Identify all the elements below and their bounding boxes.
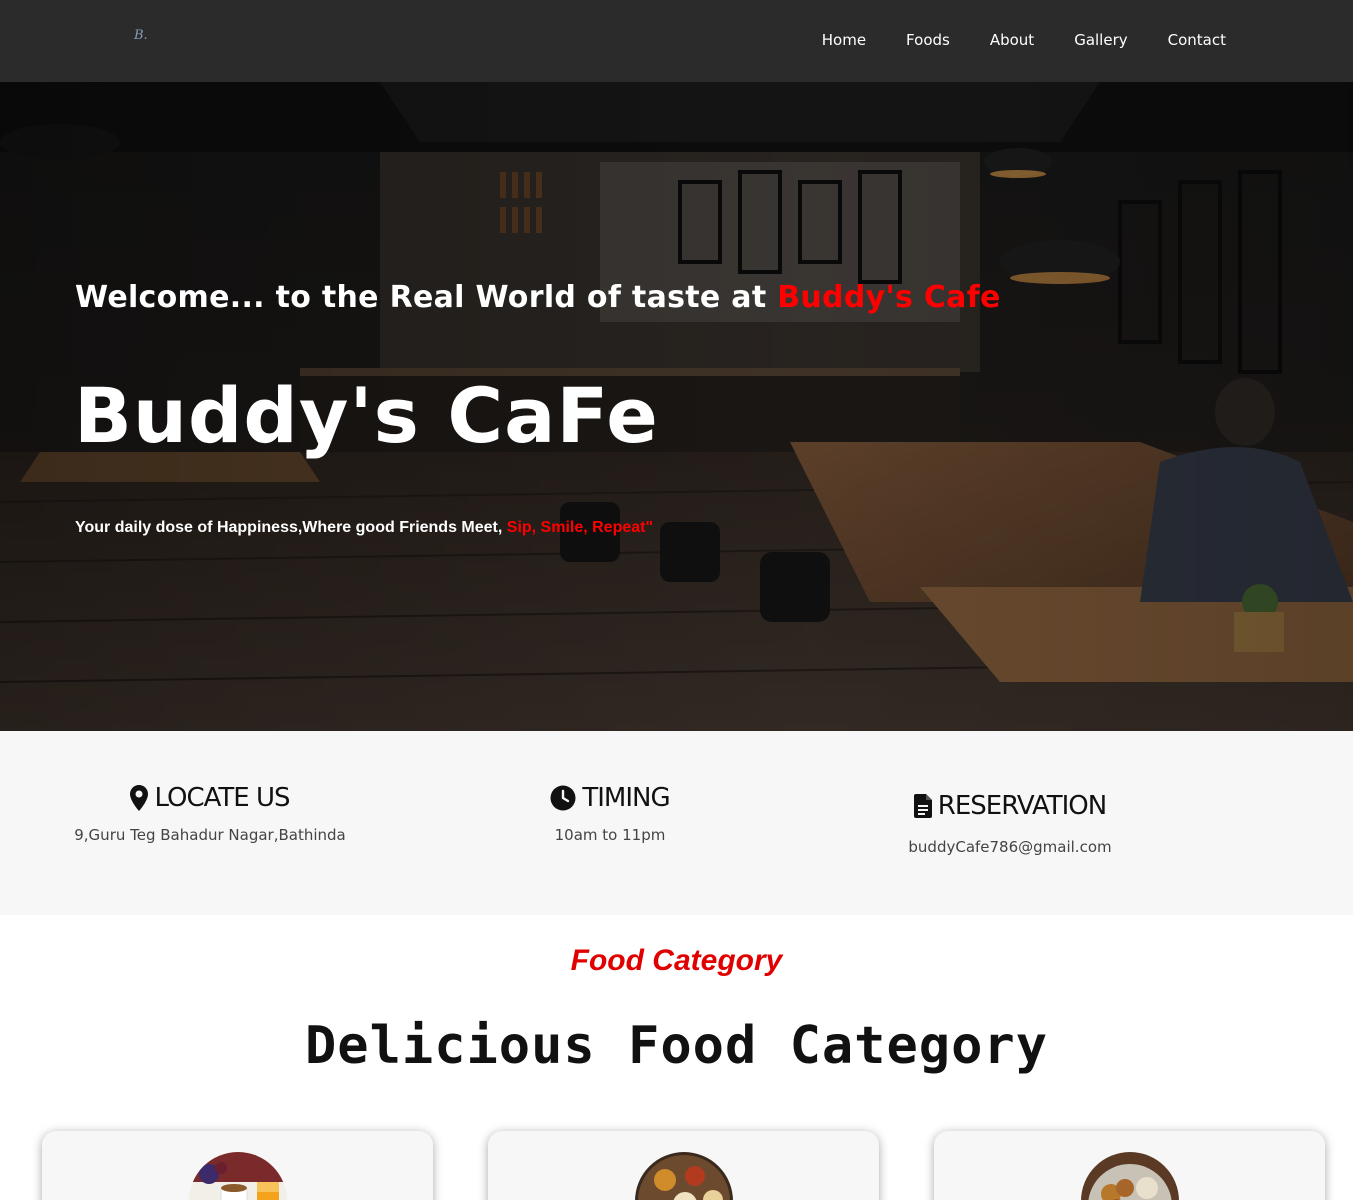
nav-link-gallery[interactable]: Gallery [1074, 29, 1127, 51]
locate-us-label: LOCATE US [154, 783, 290, 813]
hero-section: Welcome... to the Real World of taste at… [0, 82, 1353, 731]
reservation-email[interactable]: buddyCafe786@gmail.com [860, 837, 1160, 857]
reservation-heading: RESERVATION [860, 789, 1160, 823]
info-strip: LOCATE US 9,Guru Teg Bahadur Nagar,Bathi… [0, 731, 1353, 915]
food-category-card[interactable] [488, 1131, 879, 1200]
timing-block: TIMING 10am to 11pm [460, 781, 760, 845]
hero-tagline-prefix: Your daily dose of Happiness,Where good … [75, 519, 507, 536]
timing-hours: 10am to 11pm [554, 826, 666, 844]
navbar: B. Home Foods About Gallery Contact [0, 0, 1353, 82]
nav-link-about[interactable]: About [990, 29, 1034, 51]
hero-welcome-prefix: Welcome... to the Real World of taste at [75, 280, 778, 315]
locate-us-address: 9,Guru Teg Bahadur Nagar,Bathinda [74, 826, 346, 844]
food-category-tag: Food Category [570, 944, 783, 977]
food-category-title: Delicious Food Category [304, 1016, 1049, 1076]
hero-tagline: Your daily dose of Happiness,Where good … [75, 519, 653, 537]
document-icon [913, 794, 932, 818]
nav-link-foods[interactable]: Foods [906, 29, 950, 51]
hero-title: Buddy's CaFe [74, 371, 659, 460]
reservation-label: RESERVATION [937, 791, 1107, 821]
hero-tagline-accent: Sip, Smile, Repeat" [506, 519, 654, 536]
timing-label: TIMING [582, 783, 670, 813]
nav-link-contact[interactable]: Contact [1168, 29, 1226, 51]
food-thumbnail-platter [634, 1152, 733, 1200]
food-thumbnail-thali [1080, 1152, 1179, 1200]
map-pin-icon [130, 785, 149, 811]
logo[interactable]: B. [134, 28, 148, 43]
clock-icon [550, 785, 576, 811]
food-category-card[interactable] [934, 1131, 1325, 1200]
food-category-card[interactable] [42, 1131, 433, 1200]
nav-links: Home Foods About Gallery Contact [822, 29, 1226, 51]
food-thumbnail-breakfast [188, 1152, 287, 1200]
hero-welcome-accent: Buddy's Cafe [777, 280, 1001, 315]
locate-us-heading: LOCATE US [50, 781, 370, 815]
hero-welcome-heading: Welcome... to the Real World of taste at… [75, 280, 1001, 315]
reservation-block: RESERVATION buddyCafe786@gmail.com [860, 789, 1160, 857]
nav-link-home[interactable]: Home [822, 29, 866, 51]
locate-us-block: LOCATE US 9,Guru Teg Bahadur Nagar,Bathi… [50, 781, 370, 845]
timing-heading: TIMING [460, 781, 760, 815]
